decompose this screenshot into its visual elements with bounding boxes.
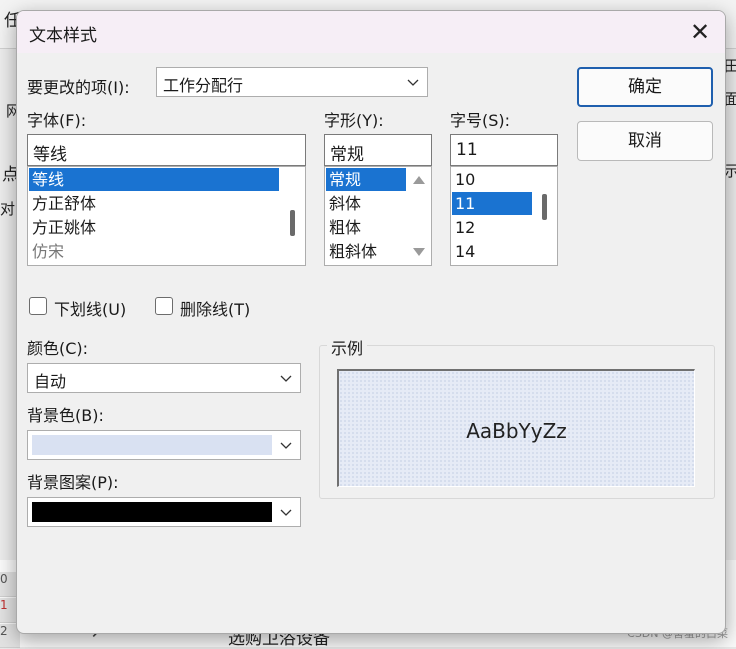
bg-pattern-label: 背景图案(P): (27, 473, 119, 492)
size-list[interactable]: 10 11 12 14 (450, 166, 558, 266)
bg-pattern-dropdown[interactable] (27, 497, 301, 527)
style-list-scrollbar[interactable] (408, 168, 430, 264)
underline-checkbox[interactable] (29, 297, 47, 315)
sample-label: 示例 (327, 335, 368, 359)
style-input[interactable]: 常规 (324, 134, 432, 166)
size-input-value: 11 (456, 140, 478, 160)
font-list-item[interactable]: 等线 (29, 168, 279, 191)
style-list-item[interactable]: 常规 (326, 168, 406, 191)
bg-pattern-swatch (32, 502, 272, 522)
size-list-item[interactable]: 11 (452, 192, 532, 215)
style-list[interactable]: 常规 斜体 粗体 粗斜体 (324, 166, 432, 266)
chevron-down-icon (280, 509, 292, 516)
font-input[interactable]: 等线 (27, 134, 306, 166)
style-list-item[interactable]: 粗斜体 (326, 240, 406, 263)
size-list-item[interactable]: 10 (452, 168, 532, 191)
color-dropdown[interactable]: 自动 (27, 363, 301, 393)
ok-button[interactable]: 确定 (577, 67, 713, 107)
chevron-down-icon (280, 442, 292, 449)
underline-label: 下划线(U) (54, 300, 127, 319)
size-label: 字号(S): (450, 111, 511, 130)
sample-preview: AaBbYyZz (337, 369, 695, 487)
dialog-title: 文本样式 (29, 26, 97, 46)
color-label: 颜色(C): (27, 339, 89, 358)
background-text: 对 (0, 200, 16, 218)
style-input-value: 常规 (330, 145, 364, 165)
font-list[interactable]: 等线 方正舒体 方正姚体 仿宋 (27, 166, 306, 266)
color-value: 自动 (34, 372, 67, 391)
font-list-item[interactable]: 方正舒体 (29, 192, 279, 215)
size-list-item[interactable]: 14 (452, 240, 532, 263)
item-to-change-label: 要更改的项(I): (27, 78, 130, 97)
font-label: 字体(F): (27, 111, 87, 130)
style-list-item[interactable]: 斜体 (326, 192, 406, 215)
size-input[interactable]: 11 (450, 134, 558, 166)
font-list-item[interactable]: 仿宋 (29, 240, 279, 263)
text-style-dialog: 文本样式 ✕ 要更改的项(I): 工作分配行 确定 取消 字体(F): 等线 等… (16, 10, 726, 634)
chevron-down-icon (407, 79, 419, 86)
chevron-down-icon (280, 375, 292, 382)
bg-color-dropdown[interactable] (27, 430, 301, 460)
font-list-scrollbar[interactable] (282, 168, 304, 264)
size-list-item[interactable]: 12 (452, 216, 532, 239)
style-list-item[interactable]: 粗体 (326, 216, 406, 239)
close-icon[interactable]: ✕ (685, 17, 715, 47)
size-list-scrollbar[interactable] (534, 168, 556, 264)
scroll-thumb[interactable] (290, 210, 295, 236)
bg-color-label: 背景色(B): (27, 406, 104, 425)
strikethrough-label: 删除线(T) (180, 300, 251, 319)
scroll-thumb[interactable] (542, 194, 547, 220)
font-input-value: 等线 (33, 145, 67, 165)
scroll-down-icon[interactable] (413, 248, 425, 256)
strikethrough-checkbox[interactable] (155, 297, 173, 315)
style-label: 字形(Y): (324, 111, 384, 130)
sample-text: AaBbYyZz (466, 419, 567, 443)
bg-color-swatch (32, 435, 272, 455)
cancel-button[interactable]: 取消 (577, 121, 713, 161)
item-to-change-dropdown[interactable]: 工作分配行 (156, 67, 428, 97)
item-to-change-value: 工作分配行 (163, 76, 244, 95)
title-bar: 文本样式 ✕ (17, 11, 725, 53)
font-list-item[interactable]: 方正姚体 (29, 216, 279, 239)
scroll-up-icon[interactable] (413, 176, 425, 184)
